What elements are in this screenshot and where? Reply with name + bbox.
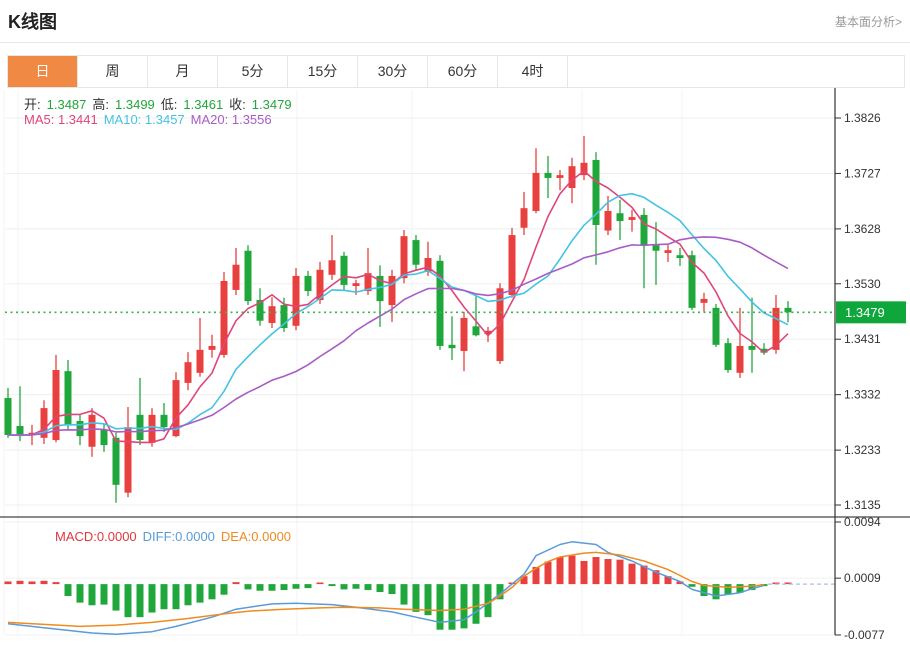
svg-text:1.3233: 1.3233 — [844, 443, 881, 457]
page-title: K线图 — [8, 8, 57, 34]
macd-axis: 0.00940.0009-0.0077 — [835, 515, 885, 642]
ma5-line — [8, 171, 788, 442]
macd-legend: MACD:0.0000 DIFF:0.0000 DEA:0.0000 — [55, 529, 297, 544]
ma10-line — [8, 194, 788, 435]
svg-text:1.3628: 1.3628 — [844, 222, 881, 236]
ma20-legend: MA20: 1.3556 — [191, 112, 272, 127]
period-tabbar: 日周月5分15分30分60分4时 — [7, 55, 905, 88]
tab-60分[interactable]: 60分 — [428, 56, 498, 87]
candles-layer — [5, 136, 792, 503]
tab-周[interactable]: 周 — [78, 56, 148, 87]
svg-text:1.3431: 1.3431 — [844, 332, 881, 346]
tab-月[interactable]: 月 — [148, 56, 218, 87]
header-divider — [0, 42, 910, 43]
tab-30分[interactable]: 30分 — [358, 56, 428, 87]
grid-layer — [4, 90, 835, 635]
svg-text:1.3332: 1.3332 — [844, 388, 881, 402]
kline-chart-canvas[interactable]: 1.3826 1.3727 1.3628 1.3530 1.3431 1.3332 1.32… — [0, 88, 910, 648]
kline-widget: { "header": { "title": "K线图", "link": "基… — [0, 0, 910, 648]
macd-value: MACD:0.0000 — [55, 529, 137, 544]
svg-text:1.3479: 1.3479 — [845, 305, 885, 320]
macd-histogram — [5, 556, 792, 630]
low-value: 1.3461 — [183, 97, 223, 112]
diff-line — [8, 542, 764, 635]
svg-text:1.3826: 1.3826 — [844, 111, 881, 125]
ohlc-legend: 开: 1.3487 高: 1.3499 低: 1.3461 收: 1.3479 — [24, 94, 298, 113]
svg-text:1.3135: 1.3135 — [844, 498, 881, 512]
ma-legend: MA5: 1.3441 MA10: 1.3457 MA20: 1.3556 — [24, 112, 278, 127]
diff-value: DIFF:0.0000 — [143, 529, 215, 544]
tab-日[interactable]: 日 — [8, 56, 78, 87]
tab-4时[interactable]: 4时 — [498, 56, 568, 87]
open-label: 开: — [24, 97, 41, 112]
svg-text:1.3530: 1.3530 — [844, 277, 881, 291]
svg-text:1.3727: 1.3727 — [844, 166, 881, 180]
tab-15分[interactable]: 15分 — [288, 56, 358, 87]
current-price-badge: 1.3479 — [836, 301, 906, 323]
ma20-line — [8, 237, 788, 435]
fundamental-analysis-link[interactable]: 基本面分析> — [835, 13, 902, 30]
ma5-legend: MA5: 1.3441 — [24, 112, 98, 127]
low-label: 低: — [161, 97, 178, 112]
chart-area: 开: 1.3487 高: 1.3499 低: 1.3461 收: 1.3479 MA5: 1.… — [0, 88, 910, 648]
svg-text:-0.0077: -0.0077 — [844, 628, 885, 642]
high-value: 1.3499 — [115, 97, 155, 112]
close-label: 收: — [229, 97, 246, 112]
svg-text:0.0009: 0.0009 — [844, 571, 881, 585]
open-value: 1.3487 — [47, 97, 87, 112]
high-label: 高: — [92, 97, 109, 112]
ma10-legend: MA10: 1.3457 — [104, 112, 185, 127]
dea-line — [8, 552, 764, 626]
close-value: 1.3479 — [252, 97, 292, 112]
tab-5分[interactable]: 5分 — [218, 56, 288, 87]
dea-value: DEA:0.0000 — [221, 529, 291, 544]
